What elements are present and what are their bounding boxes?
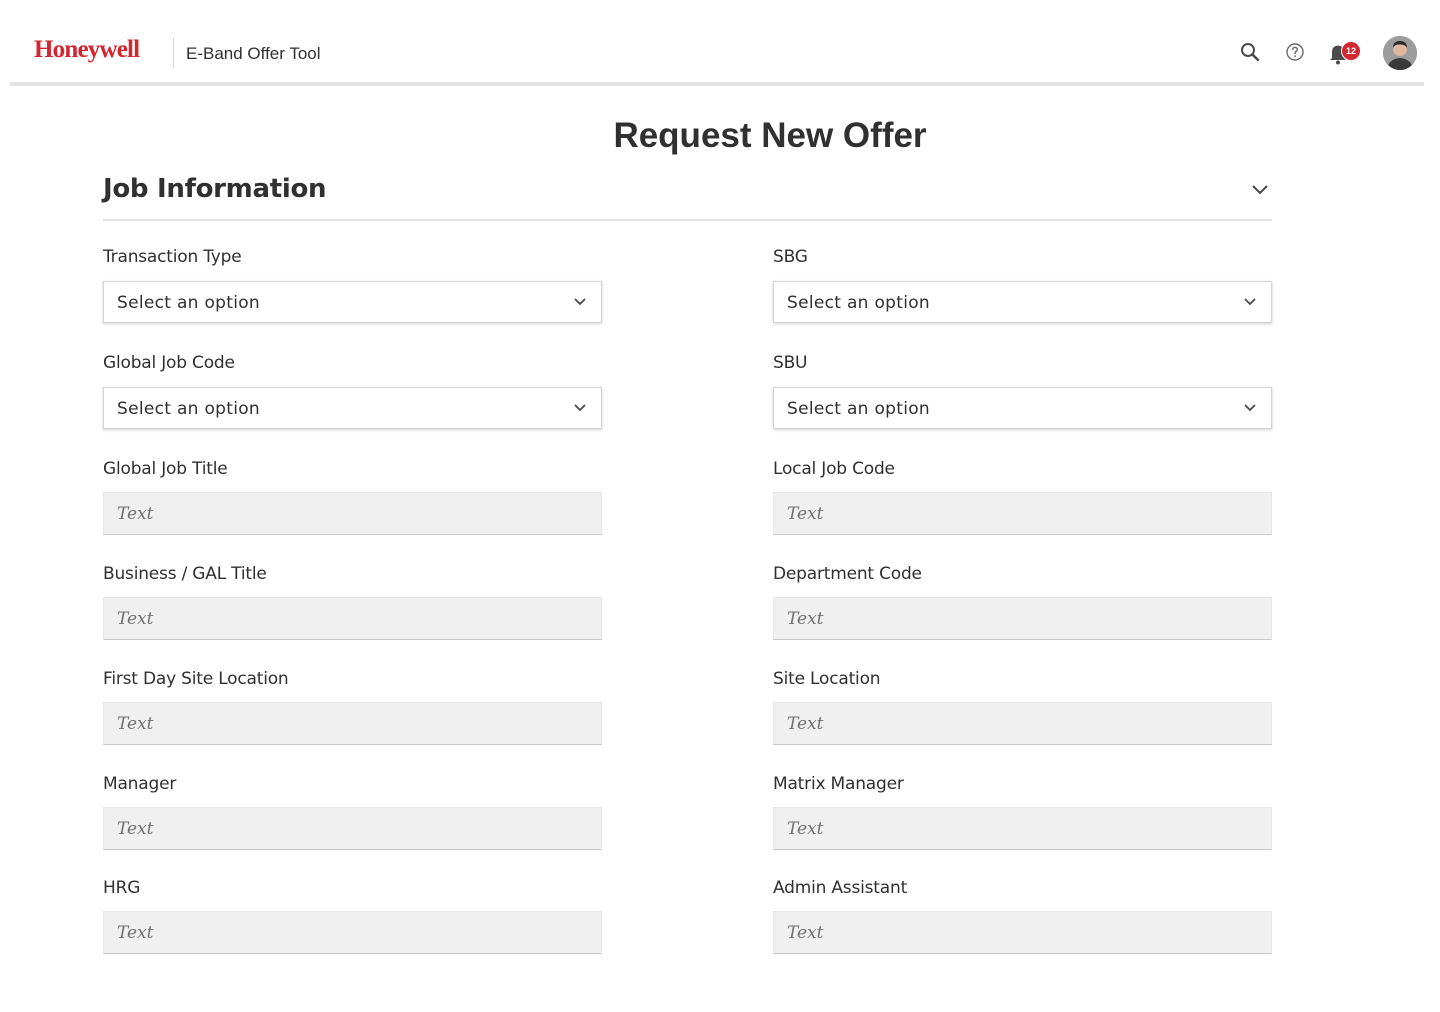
global-job-code-value: Select an option: [117, 399, 260, 419]
section-collapse-chevron-icon[interactable]: [1249, 180, 1271, 198]
first-day-site-location-input[interactable]: [103, 702, 602, 745]
sbu-label: SBU: [773, 353, 808, 373]
sbu-select[interactable]: Select an option: [773, 387, 1272, 429]
sbg-select[interactable]: Select an option: [773, 281, 1272, 323]
honeywell-logo[interactable]: Honeywell: [34, 36, 140, 64]
department-code-input[interactable]: [773, 597, 1272, 640]
site-location-input[interactable]: [773, 702, 1272, 745]
sbg-label: SBG: [773, 247, 808, 267]
global-job-title-input[interactable]: [103, 492, 602, 535]
app-title: E-Band Offer Tool: [186, 44, 321, 63]
admin-assistant-input[interactable]: [773, 911, 1272, 954]
notifications-button[interactable]: 12: [1327, 38, 1367, 66]
transaction-type-value: Select an option: [117, 293, 260, 313]
global-job-title-label: Global Job Title: [103, 459, 228, 479]
sbu-value: Select an option: [787, 399, 930, 419]
department-code-label: Department Code: [773, 564, 922, 584]
matrix-manager-label: Matrix Manager: [773, 774, 904, 794]
chevron-down-icon: [574, 404, 586, 412]
sbg-value: Select an option: [787, 293, 930, 313]
local-job-code-input[interactable]: [773, 492, 1272, 535]
business-gal-title-input[interactable]: [103, 597, 602, 640]
search-icon[interactable]: [1238, 40, 1262, 64]
header-divider: [173, 38, 174, 68]
global-job-code-select[interactable]: Select an option: [103, 387, 602, 429]
page-title: Request New Offer: [613, 116, 927, 155]
site-location-label: Site Location: [773, 669, 881, 689]
business-gal-title-label: Business / GAL Title: [103, 564, 267, 584]
chevron-down-icon: [1244, 298, 1256, 306]
hrg-input[interactable]: [103, 911, 602, 954]
help-icon[interactable]: [1283, 40, 1307, 64]
global-job-code-label: Global Job Code: [103, 353, 235, 373]
section-divider: [103, 219, 1272, 221]
matrix-manager-input[interactable]: [773, 807, 1272, 850]
manager-label: Manager: [103, 774, 177, 794]
transaction-type-select[interactable]: Select an option: [103, 281, 602, 323]
notification-badge: 12: [1341, 41, 1361, 61]
first-day-site-location-label: First Day Site Location: [103, 669, 289, 689]
chevron-down-icon: [574, 298, 586, 306]
admin-assistant-label: Admin Assistant: [773, 878, 908, 898]
transaction-type-label: Transaction Type: [103, 247, 242, 267]
local-job-code-label: Local Job Code: [773, 459, 895, 479]
top-header: Honeywell E-Band Offer Tool 12: [10, 0, 1424, 86]
manager-input[interactable]: [103, 807, 602, 850]
chevron-down-icon: [1244, 404, 1256, 412]
section-title: Job Information: [103, 174, 327, 204]
hrg-label: HRG: [103, 878, 141, 898]
avatar[interactable]: [1383, 36, 1417, 70]
